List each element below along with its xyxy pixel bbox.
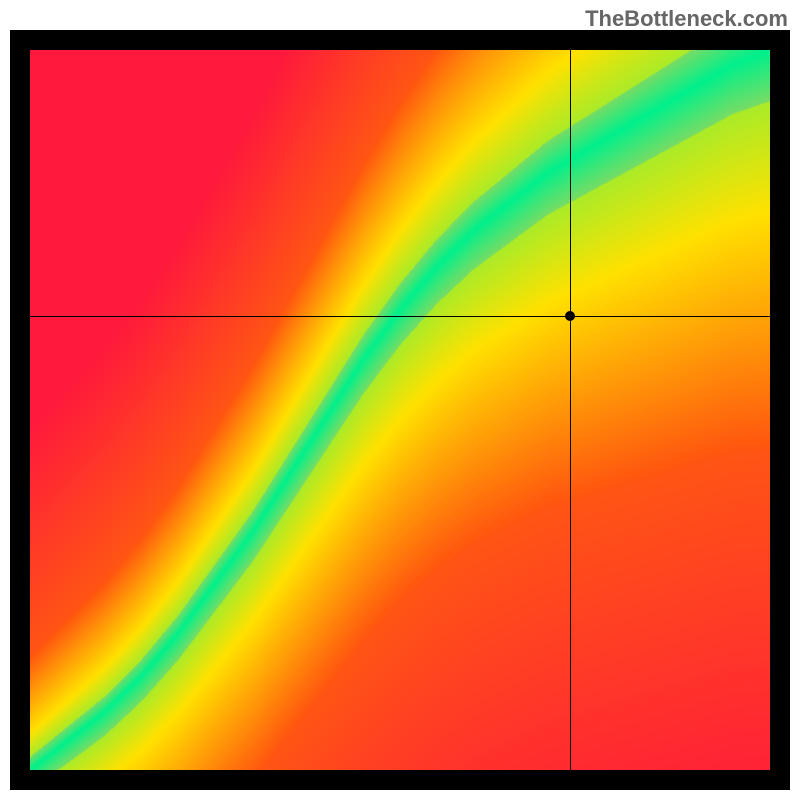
marker-point (565, 311, 575, 321)
crosshair-vertical (570, 50, 571, 770)
watermark-text: TheBottleneck.com (585, 6, 788, 32)
crosshair-horizontal (30, 316, 770, 317)
heatmap-canvas (30, 50, 770, 770)
chart-container: TheBottleneck.com (0, 0, 800, 800)
heatmap-area (30, 50, 770, 770)
